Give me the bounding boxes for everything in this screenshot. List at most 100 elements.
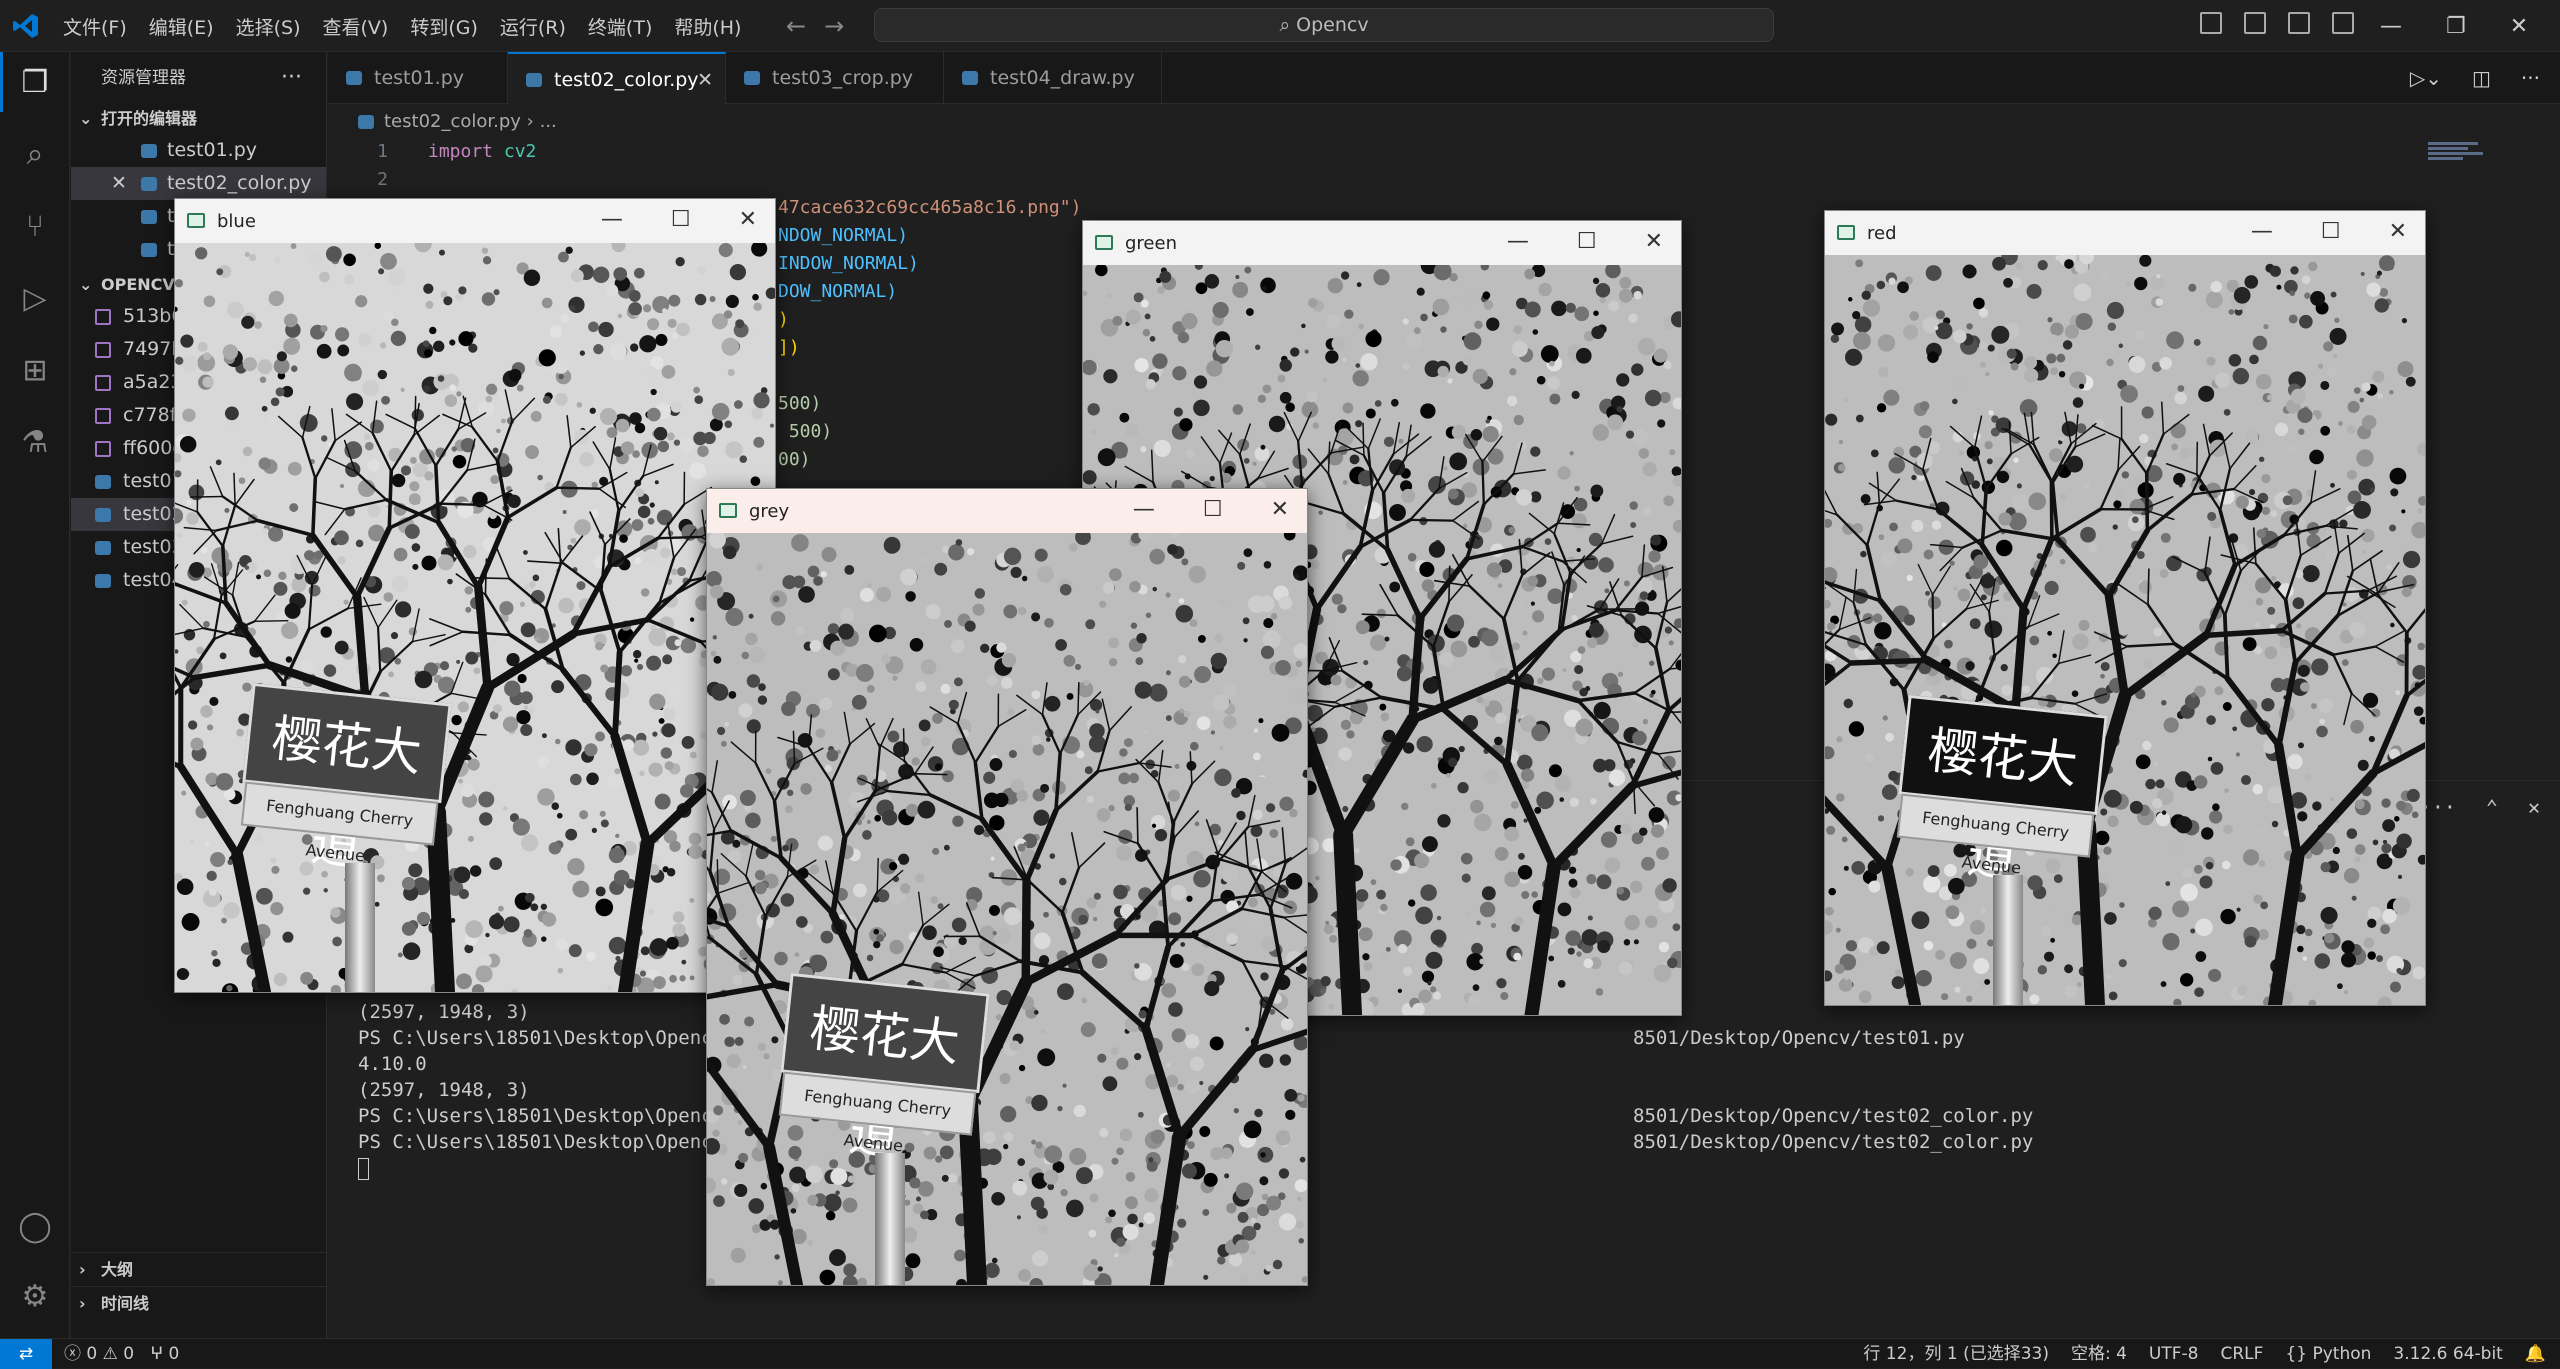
more-actions-icon[interactable]: ···	[2521, 66, 2540, 90]
run-debug-icon[interactable]: ▷	[17, 280, 53, 316]
line-ending[interactable]: CRLF	[2220, 1339, 2263, 1369]
blossom-dot	[402, 877, 415, 890]
menu-selection[interactable]: 选择(S)	[225, 13, 312, 40]
blossom-dot	[2224, 788, 2229, 793]
open-editor-item[interactable]: test01.py	[71, 134, 326, 167]
timeline-section[interactable]: ›时间线	[71, 1286, 327, 1320]
run-icon[interactable]: ▷⌄	[2410, 66, 2442, 90]
blossom-dot	[1076, 750, 1084, 758]
open-editor-item[interactable]: ✕test02_color.py	[71, 167, 326, 200]
close-icon[interactable]: ✕	[1271, 497, 1289, 522]
maximize-icon[interactable]: ☐	[2321, 219, 2341, 244]
indentation[interactable]: 空格: 4	[2071, 1339, 2127, 1369]
encoding[interactable]: UTF-8	[2149, 1339, 2199, 1369]
language-mode[interactable]: {} Python	[2285, 1339, 2371, 1369]
breadcrumb-more[interactable]: ...	[540, 111, 557, 132]
blossom-dot	[690, 752, 697, 759]
minimap[interactable]	[2428, 140, 2488, 170]
close-panel-icon[interactable]: ✕	[2528, 795, 2540, 819]
blossom-dot	[1004, 548, 1021, 565]
close-icon[interactable]: ✕	[2510, 14, 2528, 39]
maximize-icon[interactable]: ☐	[1577, 229, 1597, 254]
menu-run[interactable]: 运行(R)	[489, 13, 577, 40]
breadcrumb-file[interactable]: test02_color.py	[384, 111, 521, 132]
search-icon[interactable]: ⌕	[17, 136, 53, 172]
vscode-logo-icon[interactable]	[12, 12, 40, 40]
menu-view[interactable]: 查看(V)	[312, 13, 400, 40]
minimize-icon[interactable]: —	[1133, 497, 1155, 522]
menu-go[interactable]: 转到(G)	[399, 13, 489, 40]
outline-section[interactable]: ›大纲	[71, 1252, 327, 1286]
back-arrow-icon[interactable]: ←	[786, 12, 806, 40]
forward-arrow-icon[interactable]: →	[824, 12, 844, 40]
open-editors-section[interactable]: ⌄打开的编辑器	[71, 104, 326, 134]
blossom-dot	[1616, 373, 1629, 386]
blossom-dot	[2243, 637, 2257, 651]
python-interpreter[interactable]: 3.12.6 64-bit	[2393, 1339, 2502, 1369]
minimize-icon[interactable]: —	[2380, 14, 2402, 39]
blossom-dot	[724, 722, 729, 727]
blossom-dot	[2249, 355, 2259, 365]
blossom-dot	[1590, 798, 1596, 804]
problems-indicator[interactable]: ⓧ 0 ⚠ 0 ⵖ 0	[64, 1339, 179, 1369]
tree-branch	[877, 859, 878, 892]
split-editor-icon[interactable]: ◫	[2472, 66, 2491, 90]
tree-branch	[1343, 835, 1352, 1015]
maximize-panel-icon[interactable]: ⌃	[2486, 795, 2498, 819]
source-control-icon[interactable]: ⑂	[17, 208, 53, 244]
minimize-icon[interactable]: —	[2251, 219, 2273, 244]
account-icon[interactable]: ◯	[17, 1208, 53, 1244]
tab-test02-color[interactable]: test02_color.py✕	[508, 52, 726, 104]
window-titlebar[interactable]: red—☐✕	[1825, 211, 2425, 255]
opencv-window-blue[interactable]: blue—☐✕ 樱花大道Fenghuang Cherry Avenue	[174, 198, 776, 993]
blossom-dot	[586, 952, 596, 962]
opencv-window-red[interactable]: red—☐✕ 樱花大道Fenghuang Cherry Avenue	[1824, 210, 2426, 1006]
menu-terminal[interactable]: 终端(T)	[577, 13, 663, 40]
blossom-dot	[2315, 953, 2331, 969]
blossom-dot	[944, 620, 952, 628]
explorer-icon[interactable]: ❐	[17, 64, 53, 100]
tab-test01[interactable]: test01.py	[328, 52, 508, 104]
close-tab-icon[interactable]: ✕	[697, 54, 713, 106]
blossom-dot	[2049, 448, 2063, 462]
close-editor-icon[interactable]: ✕	[111, 167, 127, 200]
toggle-sidebar-icon[interactable]	[2200, 12, 2222, 34]
window-titlebar[interactable]: green—☐✕	[1083, 221, 1681, 265]
cursor-position[interactable]: 行 12，列 1 (已选择33)	[1863, 1339, 2049, 1369]
tab-test03-crop[interactable]: test03_crop.py	[726, 52, 944, 104]
maximize-icon[interactable]: ☐	[671, 207, 691, 232]
close-icon[interactable]: ✕	[2389, 219, 2407, 244]
blossom-dot	[2390, 468, 2407, 485]
tab-test04-draw[interactable]: test04_draw.py	[944, 52, 1162, 104]
settings-gear-icon[interactable]: ⚙	[17, 1278, 53, 1314]
close-icon[interactable]: ✕	[1645, 229, 1663, 254]
customize-layout-icon[interactable]	[2332, 12, 2354, 34]
testing-icon[interactable]: ⚗	[17, 424, 53, 460]
opencv-window-grey[interactable]: grey—☐✕ 樱花大道Fenghuang Cherry Avenue	[706, 488, 1308, 1286]
notifications-bell-icon[interactable]: 🔔	[2525, 1339, 2546, 1369]
close-icon[interactable]: ✕	[739, 207, 757, 232]
window-titlebar[interactable]: grey—☐✕	[707, 489, 1307, 533]
blossom-dot	[1590, 485, 1603, 498]
maximize-icon[interactable]: ☐	[1203, 497, 1223, 522]
menu-edit[interactable]: 编辑(E)	[138, 13, 225, 40]
menu-file[interactable]: 文件(F)	[52, 13, 138, 40]
toggle-panel-icon[interactable]	[2244, 12, 2266, 34]
menu-help[interactable]: 帮助(H)	[663, 13, 752, 40]
toggle-secondary-sidebar-icon[interactable]	[2288, 12, 2310, 34]
blossom-dot	[1425, 952, 1442, 969]
more-actions-icon[interactable]: ···	[281, 52, 302, 104]
minimize-icon[interactable]: —	[601, 207, 623, 232]
command-center-search[interactable]: ⌕ Opencv	[874, 8, 1774, 42]
blossom-dot	[1965, 661, 1974, 670]
remote-indicator-icon[interactable]: ⇄	[0, 1339, 52, 1369]
window-titlebar[interactable]: blue—☐✕	[175, 199, 775, 243]
blossom-dot	[601, 819, 609, 827]
minimize-icon[interactable]: —	[1507, 229, 1529, 254]
blossom-dot	[300, 414, 318, 432]
extensions-icon[interactable]: ⊞	[17, 352, 53, 388]
blossom-dot	[1650, 535, 1661, 546]
terminal-line: PS C:\Users\18501\Desktop\Opencv	[358, 1129, 724, 1155]
blossom-dot	[486, 384, 497, 395]
restore-icon[interactable]: ❐	[2446, 14, 2466, 39]
